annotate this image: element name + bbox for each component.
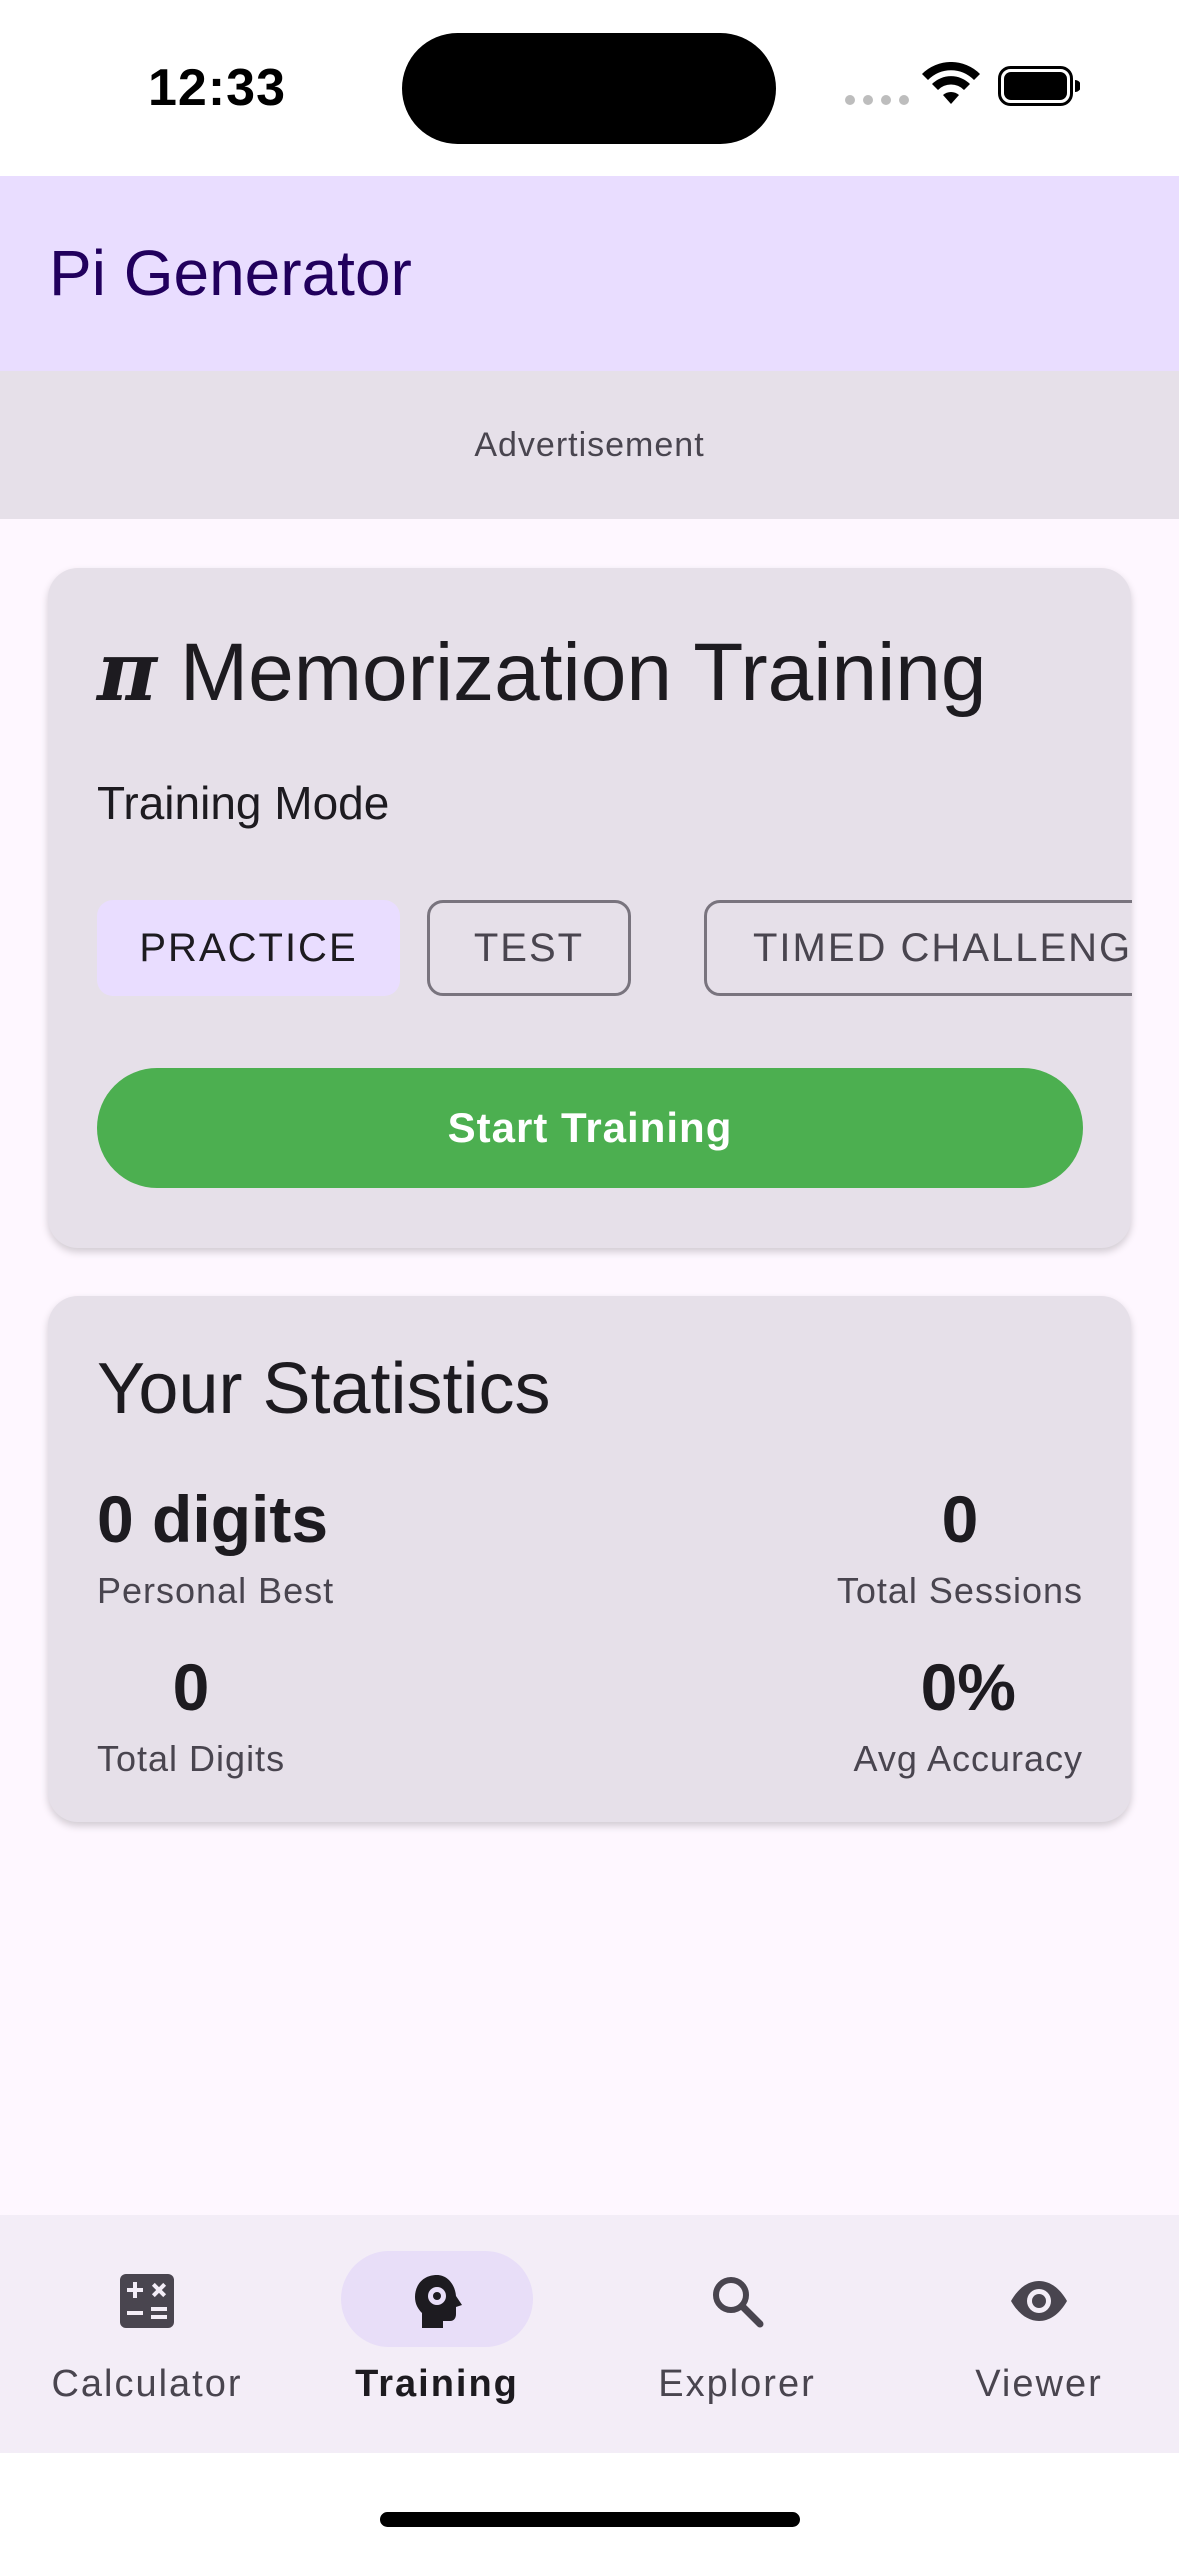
nav-label-viewer: Viewer: [975, 2363, 1103, 2405]
training-mode-selector: PRACTICE TEST TIMED CHALLENG: [97, 900, 1132, 996]
nav-item-explorer[interactable]: Explorer: [590, 2215, 884, 2453]
total-sessions-label: Total Sessions: [836, 1570, 1083, 1611]
cellular-signal-icon: [845, 95, 909, 105]
total-digits-label: Total Digits: [97, 1738, 286, 1779]
pi-symbol-icon: π: [97, 624, 158, 720]
eye-icon: [1011, 2281, 1067, 2321]
search-icon: [713, 2277, 764, 2328]
nav-label-explorer: Explorer: [658, 2363, 816, 2405]
stat-avg-accuracy: 0% Avg Accuracy: [854, 1654, 1083, 1780]
status-time: 12:33: [148, 59, 286, 117]
avg-accuracy-value: 0%: [920, 1650, 1016, 1724]
bottom-navigation: Calculator Training Explorer Viewer: [0, 2215, 1179, 2453]
app-title: Pi Generator: [49, 237, 412, 309]
statistics-card: Your Statistics 0 digits Personal Best 0…: [48, 1296, 1131, 1822]
total-sessions-value: 0: [941, 1482, 979, 1556]
statistics-title: Your Statistics: [97, 1349, 551, 1429]
dynamic-island: [402, 33, 776, 144]
nav-label-training: Training: [355, 2363, 519, 2405]
battery-icon: [998, 66, 1080, 106]
stat-personal-best: 0 digits Personal Best: [97, 1486, 334, 1612]
avg-accuracy-label: Avg Accuracy: [853, 1738, 1083, 1779]
wifi-icon: [922, 62, 980, 104]
brain-gear-icon: [415, 2275, 462, 2328]
calculator-icon: [120, 2274, 174, 2328]
nav-item-training[interactable]: Training: [290, 2215, 584, 2453]
home-indicator-area: [0, 2453, 1179, 2556]
personal-best-label: Personal Best: [97, 1570, 335, 1611]
start-training-button[interactable]: Start Training: [97, 1068, 1083, 1188]
app-bar: Pi Generator: [0, 176, 1179, 371]
total-digits-value: 0: [172, 1650, 210, 1724]
advertisement-label: Advertisement: [474, 425, 705, 464]
mode-chip-timed-challenge[interactable]: TIMED CHALLENG: [704, 900, 1132, 996]
stat-total-sessions: 0 Total Sessions: [837, 1486, 1083, 1612]
nav-label-calculator: Calculator: [51, 2363, 243, 2405]
training-mode-label: Training Mode: [97, 777, 390, 829]
training-title: π Memorization Training: [97, 624, 987, 720]
advertisement-banner[interactable]: Advertisement: [0, 371, 1179, 519]
mode-chip-practice[interactable]: PRACTICE: [97, 900, 400, 996]
nav-item-calculator[interactable]: Calculator: [0, 2215, 294, 2453]
status-bar: 12:33: [0, 0, 1179, 176]
stat-total-digits: 0 Total Digits: [97, 1654, 285, 1780]
nav-item-viewer[interactable]: Viewer: [892, 2215, 1179, 2453]
training-title-text: Memorization Training: [179, 627, 987, 718]
home-indicator[interactable]: [380, 2512, 800, 2527]
personal-best-value: 0 digits: [97, 1482, 329, 1556]
training-card: π Memorization Training Training Mode PR…: [48, 568, 1132, 1248]
mode-chip-test[interactable]: TEST: [427, 900, 631, 996]
